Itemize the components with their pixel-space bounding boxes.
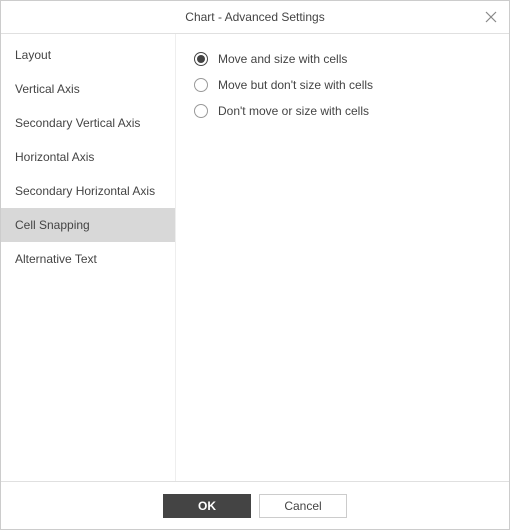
sidebar-item-label: Vertical Axis	[15, 82, 80, 96]
radio-label: Move and size with cells	[218, 52, 347, 66]
sidebar-item-label: Alternative Text	[15, 252, 97, 266]
sidebar-item-secondary-horizontal-axis[interactable]: Secondary Horizontal Axis	[1, 174, 175, 208]
close-icon	[485, 11, 497, 23]
sidebar-item-horizontal-axis[interactable]: Horizontal Axis	[1, 140, 175, 174]
sidebar: Layout Vertical Axis Secondary Vertical …	[1, 34, 176, 481]
sidebar-item-label: Secondary Horizontal Axis	[15, 184, 155, 198]
sidebar-item-label: Layout	[15, 48, 51, 62]
radio-icon	[194, 52, 208, 66]
sidebar-item-alternative-text[interactable]: Alternative Text	[1, 242, 175, 276]
dialog-footer: OK Cancel	[1, 481, 509, 529]
ok-button[interactable]: OK	[163, 494, 251, 518]
dialog-header: Chart - Advanced Settings	[1, 1, 509, 34]
sidebar-item-label: Cell Snapping	[15, 218, 90, 232]
button-label: OK	[198, 499, 216, 513]
radio-icon	[194, 78, 208, 92]
radio-label: Don't move or size with cells	[218, 104, 369, 118]
sidebar-item-vertical-axis[interactable]: Vertical Axis	[1, 72, 175, 106]
sidebar-item-secondary-vertical-axis[interactable]: Secondary Vertical Axis	[1, 106, 175, 140]
sidebar-item-label: Secondary Vertical Axis	[15, 116, 140, 130]
sidebar-item-label: Horizontal Axis	[15, 150, 94, 164]
cancel-button[interactable]: Cancel	[259, 494, 347, 518]
radio-move-no-size[interactable]: Move but don't size with cells	[194, 72, 491, 98]
button-label: Cancel	[284, 499, 321, 513]
sidebar-item-cell-snapping[interactable]: Cell Snapping	[1, 208, 175, 242]
radio-label: Move but don't size with cells	[218, 78, 373, 92]
close-button[interactable]	[481, 7, 501, 27]
dialog-body: Layout Vertical Axis Secondary Vertical …	[1, 34, 509, 481]
radio-icon	[194, 104, 208, 118]
content-pane: Move and size with cells Move but don't …	[176, 34, 509, 481]
sidebar-item-layout[interactable]: Layout	[1, 38, 175, 72]
dialog: Chart - Advanced Settings Layout Vertica…	[0, 0, 510, 530]
radio-no-move-no-size[interactable]: Don't move or size with cells	[194, 98, 491, 124]
radio-move-and-size[interactable]: Move and size with cells	[194, 46, 491, 72]
dialog-title: Chart - Advanced Settings	[185, 10, 324, 24]
